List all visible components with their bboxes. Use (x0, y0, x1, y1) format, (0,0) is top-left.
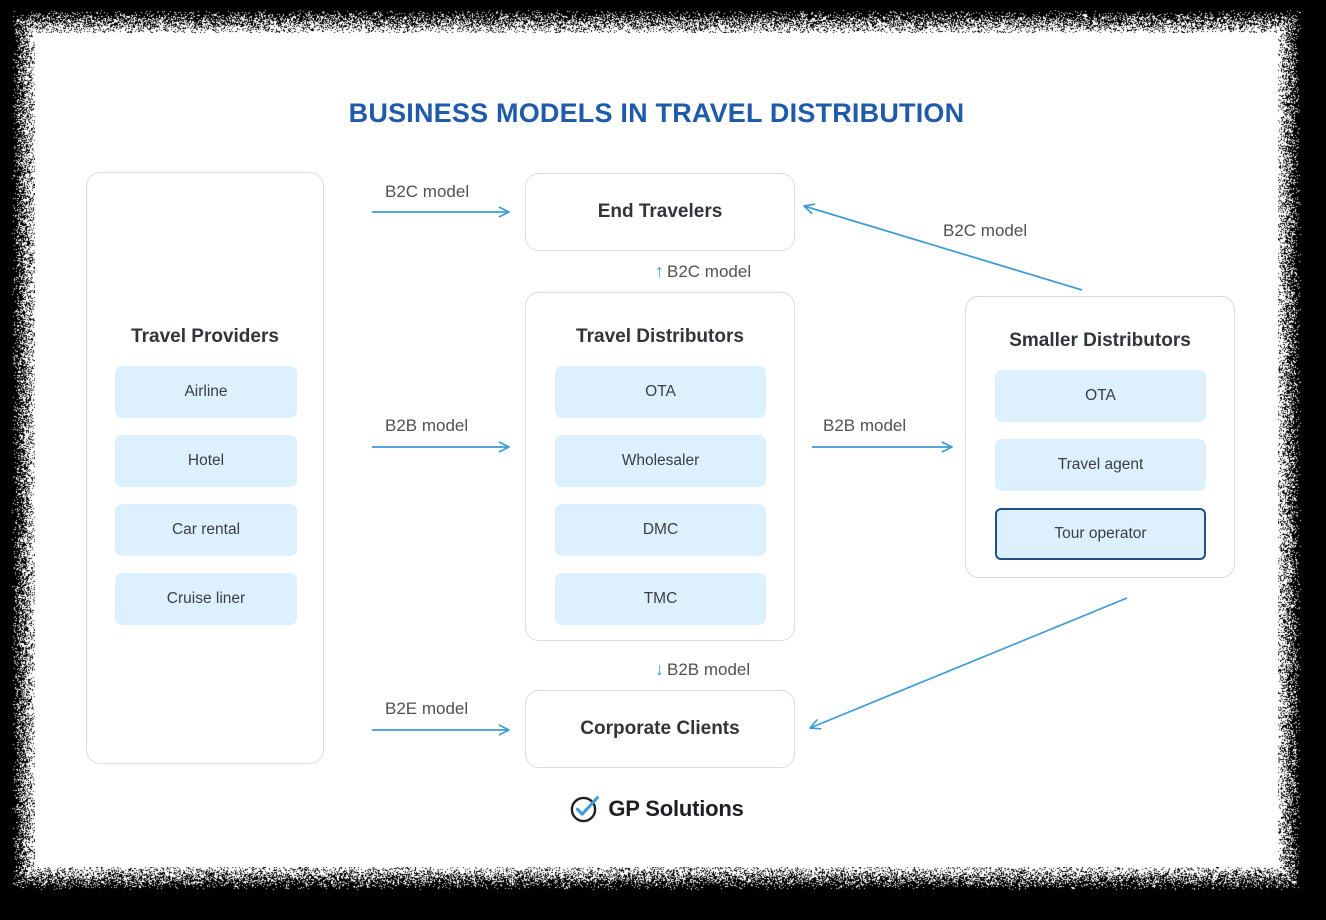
edge-label-distributors-down-b2b: ↓ B2B model (655, 659, 750, 680)
chip-ota[interactable]: OTA (555, 366, 766, 418)
chip-airline[interactable]: Airline (115, 366, 297, 418)
edge-label-smaller-to-end-travelers: B2C model (943, 221, 1027, 241)
chip-travel-agent[interactable]: Travel agent (995, 439, 1206, 491)
arrow-tour-operator-to-corporate (810, 598, 1127, 728)
chip-hotel[interactable]: Hotel (115, 435, 297, 487)
node-end-travelers[interactable]: End Travelers (525, 173, 795, 251)
chip-wholesaler[interactable]: Wholesaler (555, 435, 766, 487)
chip-ota-smaller[interactable]: OTA (995, 370, 1206, 422)
panel-travel-providers-title: Travel Providers (87, 326, 323, 348)
edge-label-providers-to-end-travelers: B2C model (385, 182, 469, 202)
edge-label-distributors-up-b2c-text: B2C model (667, 262, 751, 281)
panel-travel-distributors[interactable]: Travel Distributors OTA Wholesaler DMC T… (525, 292, 795, 641)
node-corporate-clients[interactable]: Corporate Clients (525, 690, 795, 768)
panel-travel-providers[interactable]: Travel Providers Airline Hotel Car renta… (86, 172, 324, 764)
edge-label-distributors-up-b2c: ↑ B2C model (655, 261, 751, 282)
edge-label-distributors-to-smaller: B2B model (823, 416, 906, 436)
panel-smaller-distributors-title: Smaller Distributors (966, 330, 1234, 352)
edge-label-providers-to-distributors: B2B model (385, 416, 468, 436)
panel-smaller-distributors[interactable]: Smaller Distributors OTA Travel agent To… (965, 296, 1235, 578)
page-title: BUSINESS MODELS IN TRAVEL DISTRIBUTION (35, 98, 1278, 129)
arrow-down-icon: ↓ (655, 659, 664, 679)
edge-label-distributors-down-b2b-text: B2B model (667, 660, 750, 679)
arrow-up-icon: ↑ (655, 261, 664, 281)
brand-logo: GP Solutions (35, 793, 1278, 824)
diagram-card: BUSINESS MODELS IN TRAVEL DISTRIBUTION T… (35, 33, 1278, 867)
chip-car-rental[interactable]: Car rental (115, 504, 297, 556)
arrow-smaller-to-end-travelers (804, 206, 1082, 290)
chip-dmc[interactable]: DMC (555, 504, 766, 556)
edge-label-providers-to-corporate: B2E model (385, 699, 468, 719)
check-circle-icon (569, 793, 600, 824)
chip-tour-operator[interactable]: Tour operator (995, 508, 1206, 560)
chip-cruise-liner[interactable]: Cruise liner (115, 573, 297, 625)
chip-tmc[interactable]: TMC (555, 573, 766, 625)
brand-logo-text: GP Solutions (608, 796, 743, 822)
panel-travel-distributors-title: Travel Distributors (526, 326, 794, 348)
